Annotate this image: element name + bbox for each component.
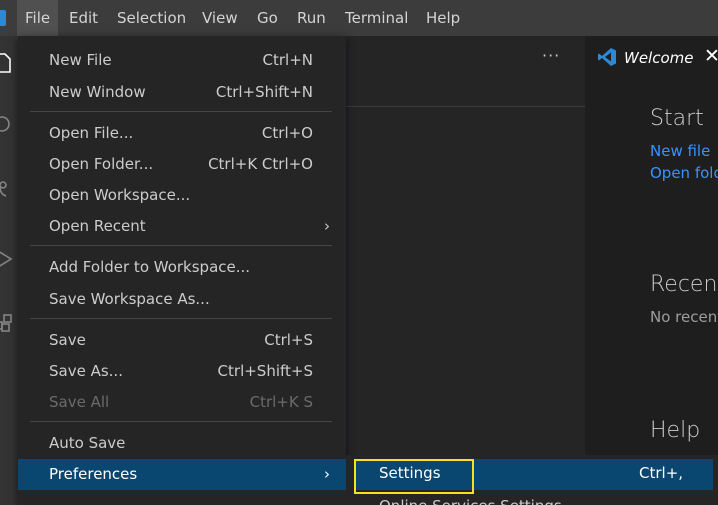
menu-selection[interactable]: Selection (109, 0, 194, 36)
open-folder-link[interactable]: Open fold (650, 164, 718, 182)
source-control-icon[interactable] (0, 180, 14, 202)
menu-item-label: Save (49, 331, 86, 349)
menu-terminal[interactable]: Terminal (337, 0, 416, 36)
explorer-icon[interactable] (0, 52, 14, 74)
menu-item-shortcut: Ctrl+S (264, 331, 313, 349)
start-heading: Start (650, 106, 704, 131)
menu-help[interactable]: Help (418, 0, 468, 36)
no-recent-text: No recent (650, 308, 718, 326)
menu-open-file[interactable]: Open File... Ctrl+O (18, 118, 346, 149)
chevron-right-icon: › (324, 217, 330, 235)
menu-item-label: Save Workspace As... (49, 290, 210, 308)
tab-welcome-label: Welcome (624, 49, 694, 67)
menu-new-file[interactable]: New File Ctrl+N (18, 45, 346, 76)
menu-bar: File Edit Selection View Go Run Terminal… (0, 0, 718, 36)
menu-item-label: Save All (49, 393, 110, 411)
extensions-icon[interactable] (0, 312, 14, 334)
menu-item-label: Online Services Settings (379, 497, 562, 505)
menu-new-window[interactable]: New Window Ctrl+Shift+N (18, 77, 346, 108)
menu-save[interactable]: Save Ctrl+S (18, 325, 346, 356)
menu-save-as[interactable]: Save As... Ctrl+Shift+S (18, 356, 346, 387)
menu-item-label: Auto Save (49, 434, 126, 452)
menu-run[interactable]: Run (289, 0, 334, 36)
menu-view[interactable]: View (194, 0, 246, 36)
menu-item-label: Open Workspace... (49, 186, 191, 204)
menu-item-label: Preferences (49, 465, 138, 483)
help-heading: Help (650, 418, 701, 443)
menu-item-label: New File (49, 51, 112, 69)
sidebar-divider (346, 106, 585, 107)
menu-auto-save[interactable]: Auto Save (18, 428, 346, 459)
search-icon[interactable] (0, 114, 14, 136)
menu-preferences[interactable]: Preferences › (18, 459, 346, 490)
menu-file[interactable]: File (17, 0, 59, 36)
menu-add-folder-to-workspace[interactable]: Add Folder to Workspace... (18, 252, 346, 283)
recent-heading: Recent (650, 272, 718, 297)
menu-item-label: Add Folder to Workspace... (49, 258, 251, 276)
new-file-link[interactable]: New file (650, 142, 710, 160)
menu-item-shortcut: Ctrl+K S (249, 393, 313, 411)
file-menu: New File Ctrl+N New Window Ctrl+Shift+N … (18, 36, 346, 505)
menu-item-shortcut: Ctrl+, (639, 464, 684, 482)
menu-item-shortcut: Ctrl+K Ctrl+O (208, 155, 313, 173)
menu-item-label: Open Folder... (49, 155, 154, 173)
menu-open-folder[interactable]: Open Folder... Ctrl+K Ctrl+O (18, 149, 346, 180)
run-debug-icon[interactable] (0, 248, 14, 270)
vscode-tab-icon (598, 48, 616, 66)
menu-separator (30, 421, 332, 422)
menu-go[interactable]: Go (249, 0, 286, 36)
vscode-logo-icon (0, 10, 6, 26)
menu-item-label: Open Recent (49, 217, 146, 235)
menu-save-all: Save All Ctrl+K S (18, 387, 346, 418)
menu-item-label: Save As... (49, 362, 123, 380)
menu-item-shortcut: Ctrl+Shift+N (215, 83, 313, 101)
menu-item-shortcut: Ctrl+O (261, 124, 313, 142)
menu-separator (30, 111, 332, 112)
activity-bar (0, 36, 18, 505)
chevron-right-icon: › (324, 465, 330, 483)
settings-highlight-box (354, 459, 474, 494)
vscode-window: File Edit Selection View Go Run Terminal… (0, 0, 718, 505)
more-actions-icon[interactable]: ··· (542, 46, 560, 65)
menu-item-label: Open File... (49, 124, 134, 142)
menu-open-workspace[interactable]: Open Workspace... (18, 180, 346, 211)
menu-separator (30, 318, 332, 319)
menu-item-shortcut: Ctrl+Shift+S (217, 362, 313, 380)
menu-open-recent[interactable]: Open Recent › (18, 211, 346, 242)
menu-item-shortcut: Ctrl+N (262, 51, 313, 69)
close-icon[interactable]: ✕ (704, 45, 718, 67)
menu-save-workspace-as[interactable]: Save Workspace As... (18, 284, 346, 315)
menu-item-label: New Window (49, 83, 146, 101)
menu-edit[interactable]: Edit (61, 0, 106, 36)
menu-separator (30, 245, 332, 246)
